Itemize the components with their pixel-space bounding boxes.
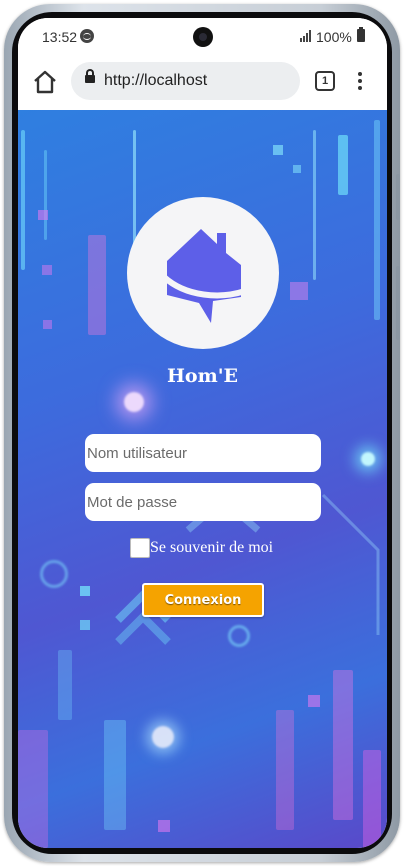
remember-me-label[interactable]: Se souvenir de moi — [150, 539, 273, 557]
spotify-icon — [80, 29, 94, 43]
url-text: http://localhost — [104, 72, 208, 89]
logo-badge — [127, 197, 279, 349]
signal-icon — [300, 30, 311, 42]
power-button — [396, 266, 400, 340]
address-bar[interactable]: http://localhost — [71, 62, 300, 100]
volume-button — [396, 174, 400, 220]
login-page: Hom'E Se souvenir de moi Connexion — [18, 110, 387, 848]
remember-me-checkbox[interactable] — [130, 538, 150, 558]
status-time: 13:52 — [42, 29, 78, 45]
battery-icon — [357, 27, 365, 42]
tabs-icon[interactable]: 1 — [315, 71, 335, 91]
battery-level: 100% — [316, 29, 352, 45]
screen: 13:52 100% http://localhost 1 Hom'E Nom … — [18, 18, 387, 848]
app-title: Hom'E — [166, 365, 239, 387]
house-chat-logo-icon — [161, 225, 246, 328]
menu-dots-icon[interactable] — [356, 70, 364, 92]
username-input[interactable] — [85, 434, 321, 472]
status-bar: 13:52 100% — [18, 18, 387, 56]
login-button[interactable]: Connexion — [142, 583, 264, 617]
home-icon[interactable] — [32, 69, 58, 95]
camera-icon — [193, 27, 213, 47]
lock-icon — [85, 69, 95, 83]
browser-toolbar: http://localhost 1 — [18, 56, 387, 110]
password-input[interactable] — [85, 483, 321, 521]
